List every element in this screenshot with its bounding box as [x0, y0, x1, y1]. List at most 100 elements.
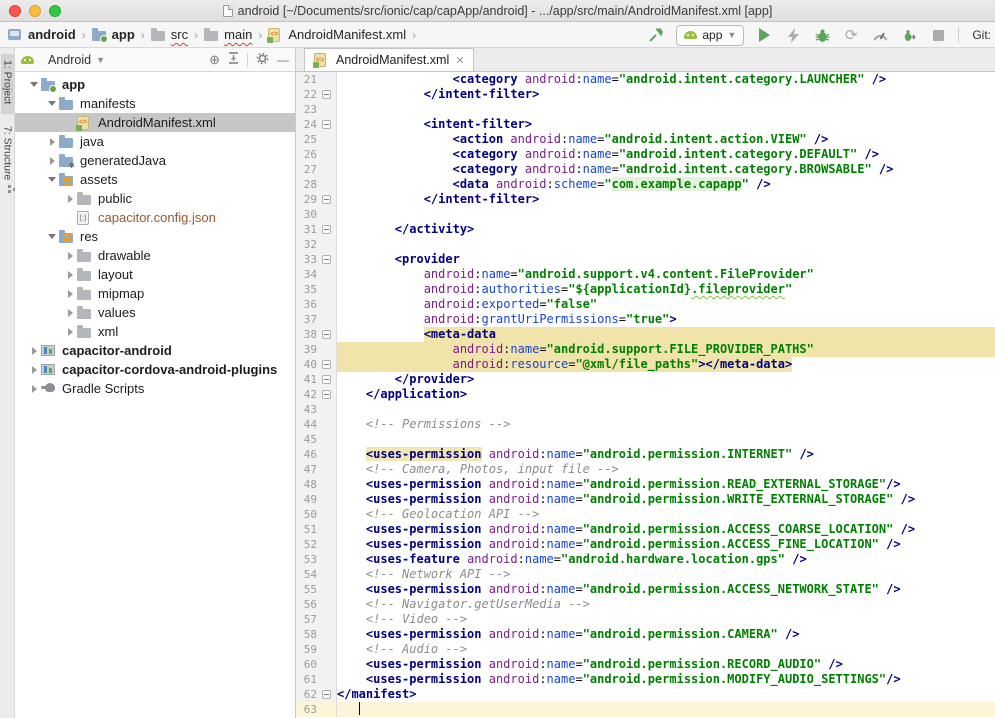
- code-line-28[interactable]: 28 <data android:scheme="com.example.cap…: [296, 177, 995, 192]
- fold-marker-icon[interactable]: [317, 387, 335, 402]
- breadcrumb-item-app[interactable]: app: [92, 27, 135, 42]
- fold-marker-icon[interactable]: [317, 87, 335, 102]
- fold-marker-icon[interactable]: [317, 357, 335, 372]
- collapsed-arrow-icon[interactable]: [63, 328, 77, 336]
- tree-item-assets[interactable]: assets: [15, 170, 295, 189]
- collapsed-arrow-icon[interactable]: [63, 309, 77, 317]
- code-line-44[interactable]: 44 <!-- Permissions -->: [296, 417, 995, 432]
- code-line-53[interactable]: 53 <uses-feature android:name="android.h…: [296, 552, 995, 567]
- project-view-selector[interactable]: Android: [48, 53, 91, 67]
- code-line-62[interactable]: 62</manifest>: [296, 687, 995, 702]
- code-line-48[interactable]: 48 <uses-permission android:name="androi…: [296, 477, 995, 492]
- tool-window-button-structure[interactable]: 7: Structure: [1, 120, 14, 190]
- tree-item-app[interactable]: app: [15, 75, 295, 94]
- collapsed-arrow-icon[interactable]: [27, 347, 41, 355]
- breadcrumb-item-src[interactable]: src: [151, 27, 188, 42]
- fold-marker-icon[interactable]: [317, 687, 335, 702]
- fold-marker-icon[interactable]: [317, 327, 335, 342]
- code-line-47[interactable]: 47 <!-- Camera, Photos, input file -->: [296, 462, 995, 477]
- code-line-49[interactable]: 49 <uses-permission android:name="androi…: [296, 492, 995, 507]
- code-line-45[interactable]: 45: [296, 432, 995, 447]
- tree-item-res[interactable]: res: [15, 227, 295, 246]
- code-line-22[interactable]: 22 </intent-filter>: [296, 87, 995, 102]
- tree-item-java[interactable]: java: [15, 132, 295, 151]
- expanded-arrow-icon[interactable]: [27, 82, 41, 87]
- code-line-46[interactable]: 46 <uses-permission android:name="androi…: [296, 447, 995, 462]
- profiler-gauge-button[interactable]: [871, 26, 889, 44]
- tree-item-androidmanifest-xml[interactable]: <>AndroidManifest.xml: [15, 113, 295, 132]
- stop-button[interactable]: [929, 26, 947, 44]
- code-line-21[interactable]: 21 <category android:name="android.inten…: [296, 72, 995, 87]
- collapsed-arrow-icon[interactable]: [63, 290, 77, 298]
- collapsed-arrow-icon[interactable]: [27, 385, 41, 393]
- debug-button[interactable]: [813, 26, 831, 44]
- breadcrumb-item-android[interactable]: android: [8, 27, 76, 42]
- code-line-56[interactable]: 56 <!-- Navigator.getUserMedia -->: [296, 597, 995, 612]
- collapsed-arrow-icon[interactable]: [63, 195, 77, 203]
- code-line-61[interactable]: 61 <uses-permission android:name="androi…: [296, 672, 995, 687]
- code-line-43[interactable]: 43: [296, 402, 995, 417]
- code-line-27[interactable]: 27 <category android:name="android.inten…: [296, 162, 995, 177]
- collapsed-arrow-icon[interactable]: [63, 252, 77, 260]
- code-line-41[interactable]: 41 </provider>: [296, 372, 995, 387]
- code-line-26[interactable]: 26 <category android:name="android.inten…: [296, 147, 995, 162]
- run-configuration-selector[interactable]: app ▼: [676, 25, 744, 46]
- tree-item-mipmap[interactable]: mipmap: [15, 284, 295, 303]
- expanded-arrow-icon[interactable]: [45, 177, 59, 182]
- code-line-33[interactable]: 33 <provider: [296, 252, 995, 267]
- code-line-39[interactable]: 39 android:name="android.support.FILE_PR…: [296, 342, 995, 357]
- tree-item-capacitor-cordova-android-plugins[interactable]: capacitor-cordova-android-plugins: [15, 360, 295, 379]
- code-line-23[interactable]: 23: [296, 102, 995, 117]
- profile-button[interactable]: ⟳: [842, 26, 860, 44]
- code-line-60[interactable]: 60 <uses-permission android:name="androi…: [296, 657, 995, 672]
- code-line-58[interactable]: 58 <uses-permission android:name="androi…: [296, 627, 995, 642]
- code-line-31[interactable]: 31 </activity>: [296, 222, 995, 237]
- collapsed-arrow-icon[interactable]: [45, 157, 59, 165]
- code-line-36[interactable]: 36 android:exported="false": [296, 297, 995, 312]
- code-line-52[interactable]: 52 <uses-permission android:name="androi…: [296, 537, 995, 552]
- code-line-55[interactable]: 55 <uses-permission android:name="androi…: [296, 582, 995, 597]
- tool-window-button-project[interactable]: 1: Project: [1, 54, 14, 114]
- tree-item-layout[interactable]: layout: [15, 265, 295, 284]
- fold-marker-icon[interactable]: [317, 222, 335, 237]
- code-line-34[interactable]: 34 android:name="android.support.v4.cont…: [296, 267, 995, 282]
- code-line-50[interactable]: 50 <!-- Geolocation API -->: [296, 507, 995, 522]
- tree-item-gradle-scripts[interactable]: Gradle Scripts: [15, 379, 295, 398]
- code-line-38[interactable]: 38 <meta-data: [296, 327, 995, 342]
- tree-item-manifests[interactable]: manifests: [15, 94, 295, 113]
- code-editor[interactable]: 21 <category android:name="android.inten…: [296, 72, 995, 718]
- breadcrumb-item-androidmanifest-xml[interactable]: <>AndroidManifest.xml: [268, 27, 406, 42]
- tree-item-values[interactable]: values: [15, 303, 295, 322]
- code-line-25[interactable]: 25 <action android:name="android.intent.…: [296, 132, 995, 147]
- code-line-42[interactable]: 42 </application>: [296, 387, 995, 402]
- settings-gear-button[interactable]: [256, 52, 269, 68]
- collapse-all-button[interactable]: [228, 52, 239, 67]
- collapsed-arrow-icon[interactable]: [45, 138, 59, 146]
- expanded-arrow-icon[interactable]: [45, 234, 59, 239]
- code-line-37[interactable]: 37 android:grantUriPermissions="true">: [296, 312, 995, 327]
- code-line-57[interactable]: 57 <!-- Video -->: [296, 612, 995, 627]
- code-line-35[interactable]: 35 android:authorities="${applicationId}…: [296, 282, 995, 297]
- code-line-51[interactable]: 51 <uses-permission android:name="androi…: [296, 522, 995, 537]
- tree-item-generatedjava[interactable]: generatedJava: [15, 151, 295, 170]
- build-hammer-icon[interactable]: [647, 26, 665, 44]
- breadcrumb-item-main[interactable]: main: [204, 27, 252, 42]
- code-line-59[interactable]: 59 <!-- Audio -->: [296, 642, 995, 657]
- expanded-arrow-icon[interactable]: [45, 101, 59, 106]
- tree-item-public[interactable]: public: [15, 189, 295, 208]
- tree-item-capacitor-config-json[interactable]: {;}capacitor.config.json: [15, 208, 295, 227]
- tree-item-capacitor-android[interactable]: capacitor-android: [15, 341, 295, 360]
- fold-marker-icon[interactable]: [317, 192, 335, 207]
- code-line-54[interactable]: 54 <!-- Network API -->: [296, 567, 995, 582]
- collapsed-arrow-icon[interactable]: [63, 271, 77, 279]
- code-line-24[interactable]: 24 <intent-filter>: [296, 117, 995, 132]
- code-line-32[interactable]: 32: [296, 237, 995, 252]
- hide-panel-button[interactable]: —: [277, 53, 289, 67]
- editor-tab-androidmanifest[interactable]: <> AndroidManifest.xml ✕: [304, 48, 474, 71]
- fold-marker-icon[interactable]: [317, 117, 335, 132]
- run-button[interactable]: [755, 26, 773, 44]
- fold-marker-icon[interactable]: [317, 252, 335, 267]
- tree-item-drawable[interactable]: drawable: [15, 246, 295, 265]
- code-line-40[interactable]: 40 android:resource="@xml/file_paths"></…: [296, 357, 995, 372]
- tree-item-xml[interactable]: xml: [15, 322, 295, 341]
